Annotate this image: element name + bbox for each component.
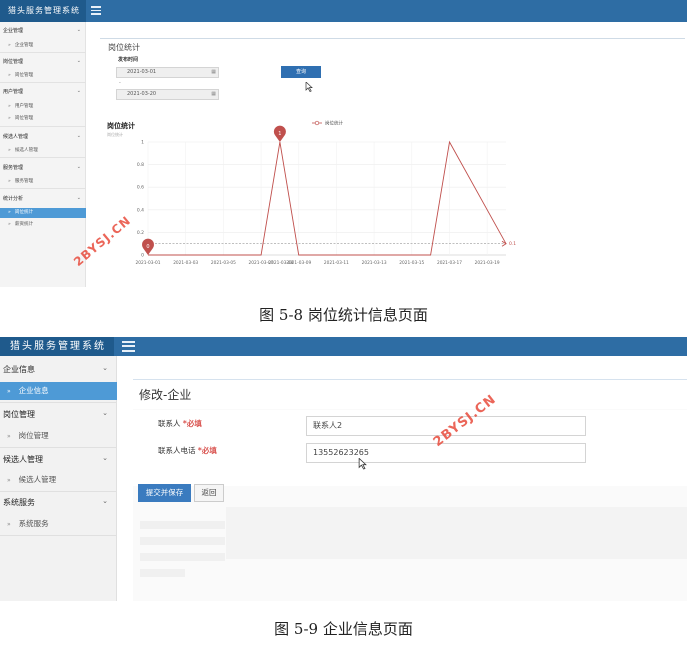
figure-caption-1: 图 5-8 岗位统计信息页面 bbox=[259, 306, 428, 324]
arrow-right-icon: » bbox=[8, 179, 11, 184]
sidebar-group-stats[interactable]: 统计分析 ⌄ bbox=[0, 195, 86, 202]
brand-title: 猎头服务管理系统 bbox=[0, 0, 86, 22]
series-line bbox=[148, 140, 507, 256]
arrow-right-icon: » bbox=[8, 104, 11, 109]
chevron-down-icon: ⌄ bbox=[102, 409, 108, 417]
marker-label: 0 bbox=[146, 244, 149, 250]
y-tick-label: 0.2 bbox=[137, 230, 144, 236]
title-card bbox=[133, 379, 687, 409]
sidebar: 企业管理 ⌄ » 企业管理 岗位管理 ⌄ » 岗位管理 用户管理 ⌄ » 用户管理 » 岗位管… bbox=[0, 22, 86, 287]
calendar-icon: ▦ bbox=[211, 69, 216, 75]
x-tick-label: 2021-03-17 bbox=[437, 260, 462, 266]
sidebar-item-candidate[interactable]: » 候选人管理 bbox=[0, 147, 86, 153]
x-tick-label: 2021-03-15 bbox=[399, 260, 424, 266]
sidebar-group-company[interactable]: 企业管理 ⌄ bbox=[0, 27, 86, 34]
chevron-down-icon: ⌄ bbox=[102, 454, 108, 462]
chevron-down-icon: ⌄ bbox=[76, 27, 81, 33]
back-button[interactable]: 返回 bbox=[194, 484, 224, 502]
arrow-right-icon: » bbox=[8, 73, 11, 78]
sidebar-group-system[interactable]: 系统服务 ⌄ bbox=[0, 497, 117, 508]
x-tick-label: 2021-03-11 bbox=[324, 260, 349, 266]
y-tick-label: 0 bbox=[141, 253, 144, 259]
arrow-right-icon: » bbox=[8, 210, 11, 215]
arrow-right-icon: » bbox=[7, 521, 11, 528]
y-tick-label: 0.8 bbox=[137, 162, 144, 168]
contact-label: 联系人 *必填 bbox=[158, 419, 202, 428]
sidebar-group-user[interactable]: 用户管理 ⌄ bbox=[0, 88, 86, 95]
calendar-icon: ▦ bbox=[211, 91, 216, 97]
x-tick-label: 2021-03-08 bbox=[268, 260, 293, 266]
top-navbar bbox=[0, 0, 687, 22]
submit-save-button[interactable]: 提交并保存 bbox=[138, 484, 191, 502]
average-line-label: 0.1 bbox=[509, 241, 516, 247]
arrow-right-icon: » bbox=[7, 433, 11, 440]
page-title: 岗位统计 bbox=[108, 43, 140, 52]
sidebar-item-salary-stats[interactable]: » 薪资统计 bbox=[0, 221, 86, 227]
filter-label: 发布时间 bbox=[118, 57, 139, 63]
x-tick-label: 2021-03-05 bbox=[211, 260, 236, 266]
chevron-down-icon: ⌄ bbox=[76, 133, 81, 139]
sidebar-item-company[interactable]: » 企业管理 bbox=[0, 42, 86, 48]
arrow-right-icon: » bbox=[8, 148, 11, 153]
y-tick-label: 0.4 bbox=[137, 207, 144, 213]
sidebar-item-service[interactable]: » 服务管理 bbox=[0, 178, 86, 184]
date-to-input[interactable]: 2021-03-20 ▦ bbox=[116, 89, 219, 100]
x-tick-label: 2021-03-03 bbox=[173, 260, 198, 266]
date-separator: - bbox=[119, 80, 121, 86]
job-stats-line-chart: 0 0.2 0.4 0.6 0.8 1 2021-03-01 2021-03-03 2021-0… bbox=[136, 120, 517, 266]
x-tick-label: 2021-03-13 bbox=[362, 260, 387, 266]
menu-toggle-icon[interactable] bbox=[91, 6, 101, 15]
sidebar-item-job-stats[interactable]: » 岗位统计 bbox=[0, 208, 86, 218]
sidebar-group-job[interactable]: 岗位管理 ⌄ bbox=[0, 58, 86, 65]
chevron-down-icon: ⌄ bbox=[76, 88, 81, 94]
x-tick-label: 2021-03-19 bbox=[475, 260, 500, 266]
cursor-icon bbox=[358, 458, 367, 470]
legend-label: 岗位统计 bbox=[325, 120, 343, 127]
date-from-input[interactable]: 2021-03-01 ▦ bbox=[116, 67, 219, 78]
sidebar-item-candidate[interactable]: » 候选人管理 bbox=[0, 471, 117, 489]
sidebar-item-company-info[interactable]: » 企业信息 bbox=[0, 382, 117, 400]
x-tick-label: 2021-03-01 bbox=[136, 260, 161, 266]
arrow-right-icon: » bbox=[8, 43, 11, 48]
query-button[interactable]: 查询 bbox=[281, 66, 321, 78]
y-tick-label: 0.6 bbox=[137, 185, 144, 191]
legend-marker bbox=[314, 120, 320, 126]
brand-title: 猎头服务管理系统 bbox=[0, 337, 114, 356]
sidebar-item-system[interactable]: » 系统服务 bbox=[0, 515, 117, 533]
required-mark: *必填 bbox=[197, 446, 217, 455]
y-tick-label: 1 bbox=[141, 140, 144, 146]
chevron-down-icon: ⌄ bbox=[76, 58, 81, 64]
screenshot-job-statistics: 猎头服务管理系统 企业管理 ⌄ » 企业管理 岗位管理 ⌄ » 岗位管理 用户管理 ⌄ »… bbox=[0, 0, 687, 287]
marker-label: 1 bbox=[278, 131, 281, 137]
figure-caption-2: 图 5-9 企业信息页面 bbox=[274, 620, 413, 638]
sidebar-item-job[interactable]: » 岗位管理 bbox=[0, 427, 117, 445]
chevron-down-icon: ⌄ bbox=[76, 164, 81, 170]
page-title: 修改-企业 bbox=[139, 388, 192, 402]
sidebar-item-user[interactable]: » 用户管理 bbox=[0, 103, 86, 109]
sidebar-group-candidate[interactable]: 候选人管理 ⌄ bbox=[0, 133, 86, 140]
sidebar-group-job[interactable]: 岗位管理 ⌄ bbox=[0, 409, 117, 420]
chevron-down-icon: ⌄ bbox=[102, 497, 108, 505]
sidebar-group-service[interactable]: 服务管理 ⌄ bbox=[0, 164, 86, 171]
arrow-right-icon: » bbox=[8, 116, 11, 121]
sidebar-item-job[interactable]: » 岗位管理 bbox=[0, 72, 86, 78]
chevron-down-icon: ⌄ bbox=[102, 364, 108, 372]
phone-label: 联系人电话 *必填 bbox=[158, 446, 217, 455]
sidebar-group-company-info[interactable]: 企业信息 ⌄ bbox=[0, 364, 117, 375]
cursor-icon bbox=[305, 82, 313, 92]
arrow-right-icon: » bbox=[7, 477, 11, 484]
screenshot-company-info: 猎头服务管理系统 企业信息 ⌄ » 企业信息 岗位管理 ⌄ » 岗位管理 候选人管理 ⌄ … bbox=[0, 337, 687, 601]
sidebar-item-job-2[interactable]: » 岗位管理 bbox=[0, 115, 86, 121]
sidebar: 企业信息 ⌄ » 企业信息 岗位管理 ⌄ » 岗位管理 候选人管理 ⌄ » 候选人管理 系统… bbox=[0, 356, 117, 601]
required-mark: *必填 bbox=[182, 419, 202, 428]
chevron-down-icon: ⌄ bbox=[76, 195, 81, 201]
sidebar-group-candidate[interactable]: 候选人管理 ⌄ bbox=[0, 454, 117, 465]
phone-input[interactable]: 13552623265 bbox=[306, 443, 586, 463]
arrow-right-icon: » bbox=[8, 222, 11, 227]
menu-toggle-icon[interactable] bbox=[122, 341, 135, 352]
arrow-right-icon: » bbox=[7, 388, 11, 395]
